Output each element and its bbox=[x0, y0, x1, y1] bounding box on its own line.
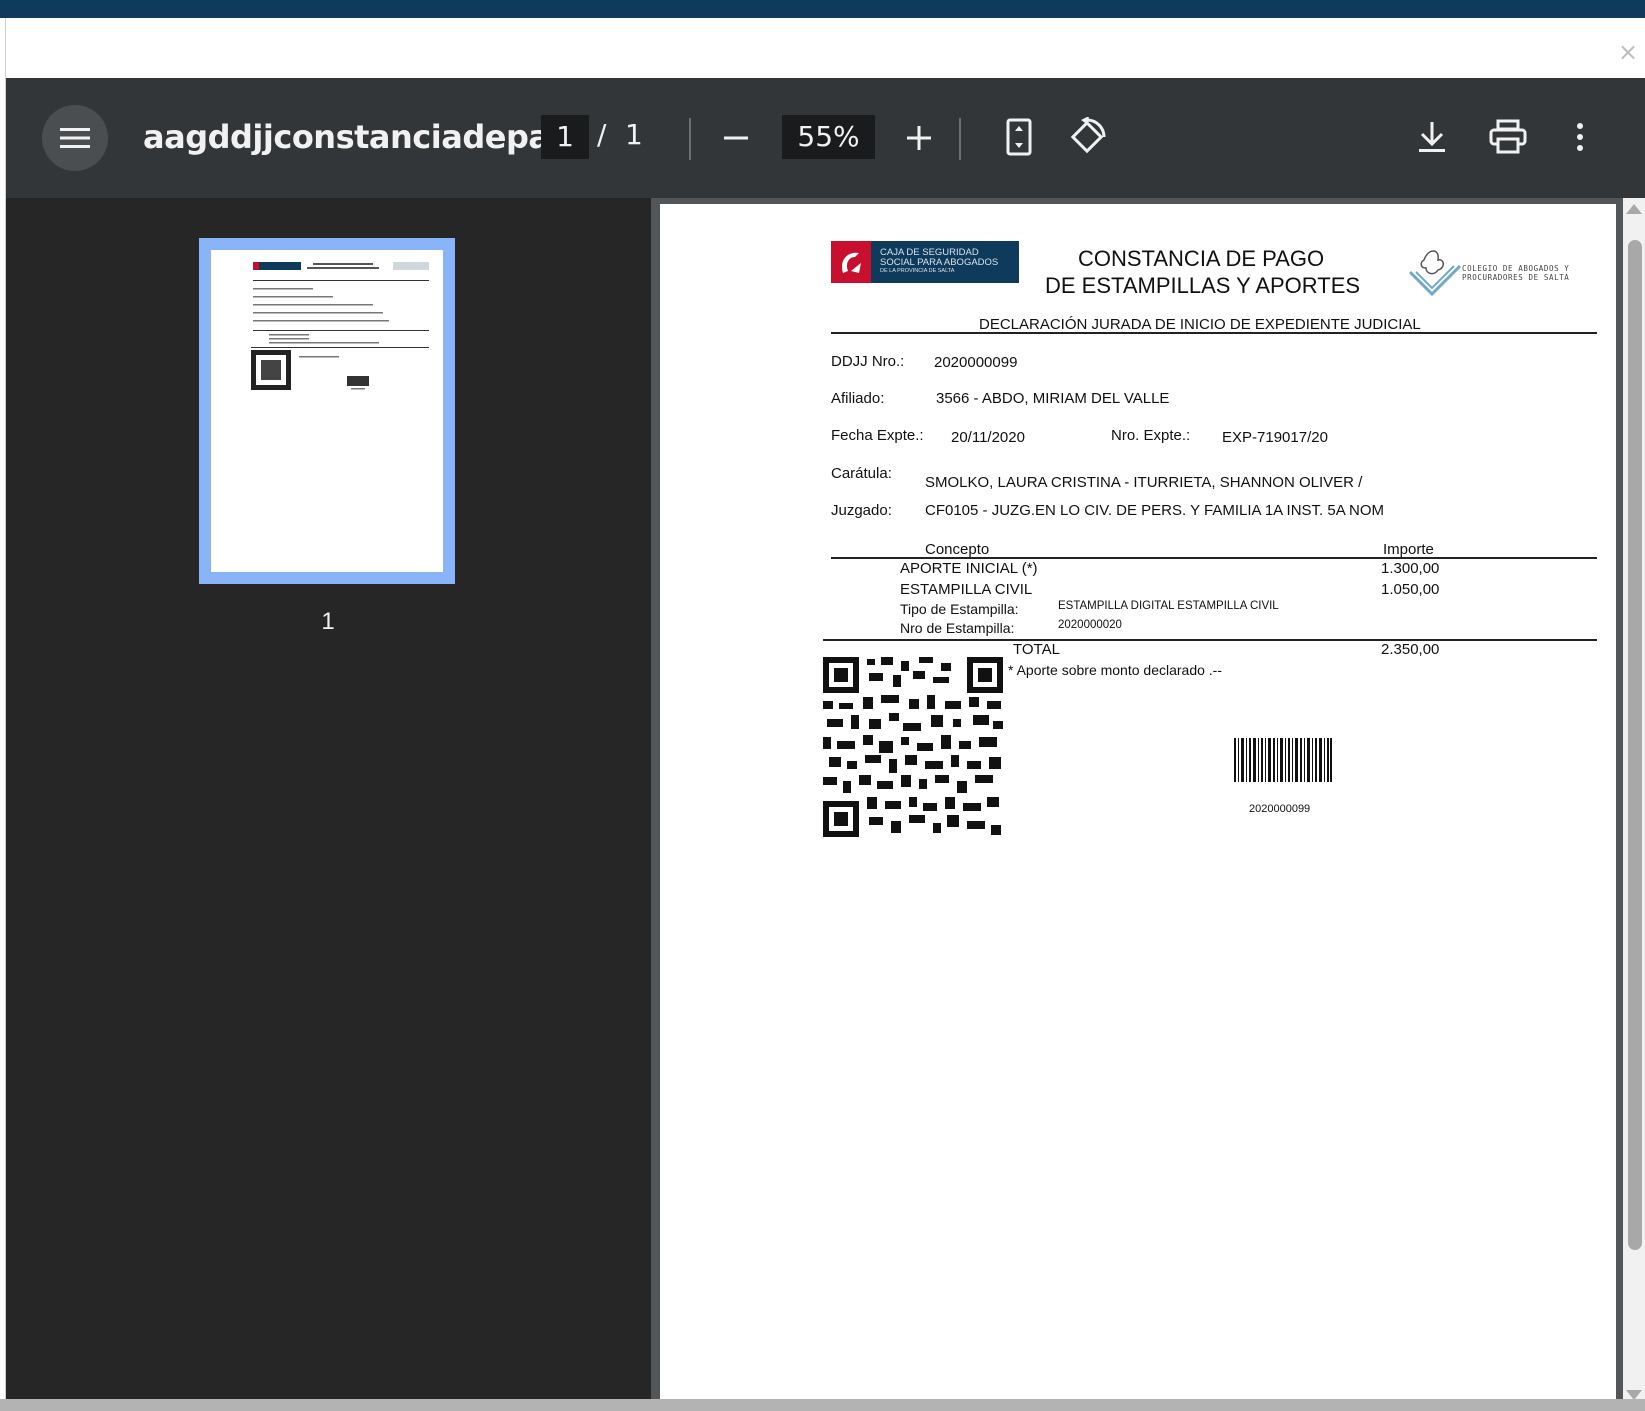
fit-to-page-icon bbox=[1006, 118, 1032, 156]
qr-code bbox=[823, 657, 1003, 837]
caja-logo-line2: SOCIAL PARA ABOGADOS bbox=[880, 257, 999, 268]
browser-top-band bbox=[0, 0, 1645, 18]
zoom-out-button[interactable] bbox=[718, 120, 754, 156]
document-heading-line1: CONSTANCIA DE PAGO bbox=[1078, 246, 1325, 271]
close-icon[interactable]: × bbox=[1616, 40, 1640, 64]
menu-icon bbox=[60, 128, 90, 148]
zoom-in-button[interactable] bbox=[901, 120, 937, 156]
ddjj-label: DDJJ Nro.: bbox=[831, 353, 905, 370]
afiliado-label: Afiliado: bbox=[831, 390, 885, 407]
tipo-estampilla-value: ESTAMPILLA DIGITAL ESTAMPILLA CIVIL bbox=[1058, 600, 1279, 612]
item-importe: 1.300,00 bbox=[1381, 560, 1440, 577]
item-importe: 1.050,00 bbox=[1381, 581, 1440, 598]
aporte-note: * Aporte sobre monto declarado .-- bbox=[1008, 662, 1223, 678]
menu-button[interactable] bbox=[42, 105, 108, 171]
scrollbar-thumb[interactable] bbox=[1628, 240, 1642, 1250]
concepto-header: Concepto bbox=[925, 541, 990, 558]
document-subtitle: DECLARACIÓN JURADA DE INICIO DE EXPEDIEN… bbox=[979, 316, 1421, 333]
page-number-input[interactable]: 1 bbox=[541, 115, 589, 159]
download-button[interactable] bbox=[1411, 116, 1453, 158]
juzgado-label: Juzgado: bbox=[831, 502, 892, 519]
page-separator: / bbox=[597, 118, 607, 151]
nro-estampilla-value: 2020000020 bbox=[1058, 619, 1122, 631]
rotate-button[interactable] bbox=[1066, 116, 1108, 158]
nro-expte-label: Nro. Expte.: bbox=[1111, 427, 1191, 444]
print-icon bbox=[1489, 119, 1527, 154]
page-thumbnail[interactable] bbox=[199, 238, 455, 584]
scroll-up-arrow[interactable] bbox=[1626, 204, 1642, 214]
colegio-logo-line1: COLEGIO DE ABOGADOS Y bbox=[1462, 264, 1570, 273]
plus-icon bbox=[907, 126, 931, 150]
thumbnail-sidebar: 1 bbox=[6, 198, 651, 1411]
fecha-expte-label: Fecha Expte.: bbox=[831, 427, 924, 444]
toolbar-divider bbox=[689, 118, 691, 160]
barcode-number: 2020000099 bbox=[1249, 803, 1311, 815]
thumbnail-drawing bbox=[251, 262, 429, 390]
vertical-scrollbar[interactable] bbox=[1623, 198, 1645, 1411]
caja-logo-line3: DE LA PROVINCIA DE SALTA bbox=[880, 268, 955, 274]
subtitle-rule bbox=[831, 332, 1597, 334]
more-vertical-icon bbox=[1577, 123, 1583, 151]
modal-dialog: × aagddjjconstanciadepa... 1 / 1 55% 1 C… bbox=[5, 18, 1645, 1411]
nro-expte-value: EXP-719017/20 bbox=[1222, 429, 1328, 446]
importe-header: Importe bbox=[1383, 541, 1434, 558]
print-button[interactable] bbox=[1487, 116, 1529, 158]
minus-icon bbox=[724, 136, 748, 140]
caja-logo-icon bbox=[841, 252, 861, 273]
item-concepto: ESTAMPILLA CIVIL bbox=[900, 581, 1033, 598]
fit-page-button[interactable] bbox=[1001, 116, 1037, 158]
ddjj-value: 2020000099 bbox=[934, 354, 1018, 371]
item-concepto: APORTE INICIAL (*) bbox=[900, 560, 1038, 577]
caratula-value: SMOLKO, LAURA CRISTINA - ITURRIETA, SHAN… bbox=[925, 474, 1363, 491]
zoom-input[interactable]: 55% bbox=[782, 115, 875, 159]
more-options-button[interactable] bbox=[1568, 116, 1592, 158]
caja-logo-emblem bbox=[831, 241, 871, 283]
table-header-rule bbox=[831, 557, 1597, 559]
colegio-logo-line2: PROCURADORES DE SALTA bbox=[1462, 273, 1570, 282]
juzgado-value: CF0105 - JUZG.EN LO CIV. DE PERS. Y FAMI… bbox=[925, 502, 1385, 519]
download-icon bbox=[1419, 122, 1445, 152]
fecha-expte-value: 20/11/2020 bbox=[951, 429, 1025, 446]
rotate-icon bbox=[1070, 117, 1106, 154]
thumbnail-preview bbox=[211, 250, 443, 572]
caja-logo-text-box: CAJA DE SEGURIDAD SOCIAL PARA ABOGADOS D… bbox=[871, 241, 1019, 283]
thumbnail-page-number: 1 bbox=[321, 608, 335, 635]
page-total: 1 bbox=[625, 118, 643, 151]
pdf-toolbar: aagddjjconstanciadepa... 1 / 1 55% bbox=[6, 78, 1645, 198]
caratula-label: Carátula: bbox=[831, 465, 892, 482]
pdf-viewer: aagddjjconstanciadepa... 1 / 1 55% 1 CAJ… bbox=[6, 78, 1645, 1411]
pdf-page: CAJA DE SEGURIDAD SOCIAL PARA ABOGADOS D… bbox=[660, 204, 1616, 1411]
afiliado-value: 3566 - ABDO, MIRIAM DEL VALLE bbox=[936, 390, 1170, 407]
document-title: aagddjjconstanciadepa... bbox=[143, 118, 585, 156]
total-value: 2.350,00 bbox=[1381, 641, 1440, 658]
document-heading-line2: DE ESTAMPILLAS Y APORTES bbox=[1045, 273, 1361, 298]
total-label: TOTAL bbox=[1013, 641, 1060, 658]
modal-header: × bbox=[6, 18, 1645, 78]
toolbar-divider bbox=[959, 118, 961, 160]
tipo-estampilla-label: Tipo de Estampilla: bbox=[900, 601, 1019, 617]
barcode bbox=[1234, 738, 1332, 782]
bottom-border bbox=[0, 1399, 1645, 1411]
document-viewport: CAJA DE SEGURIDAD SOCIAL PARA ABOGADOS D… bbox=[651, 198, 1645, 1411]
nro-estampilla-label: Nro de Estampilla: bbox=[900, 620, 1015, 636]
colegio-logo-icon bbox=[1408, 250, 1462, 297]
total-rule bbox=[823, 639, 1597, 641]
